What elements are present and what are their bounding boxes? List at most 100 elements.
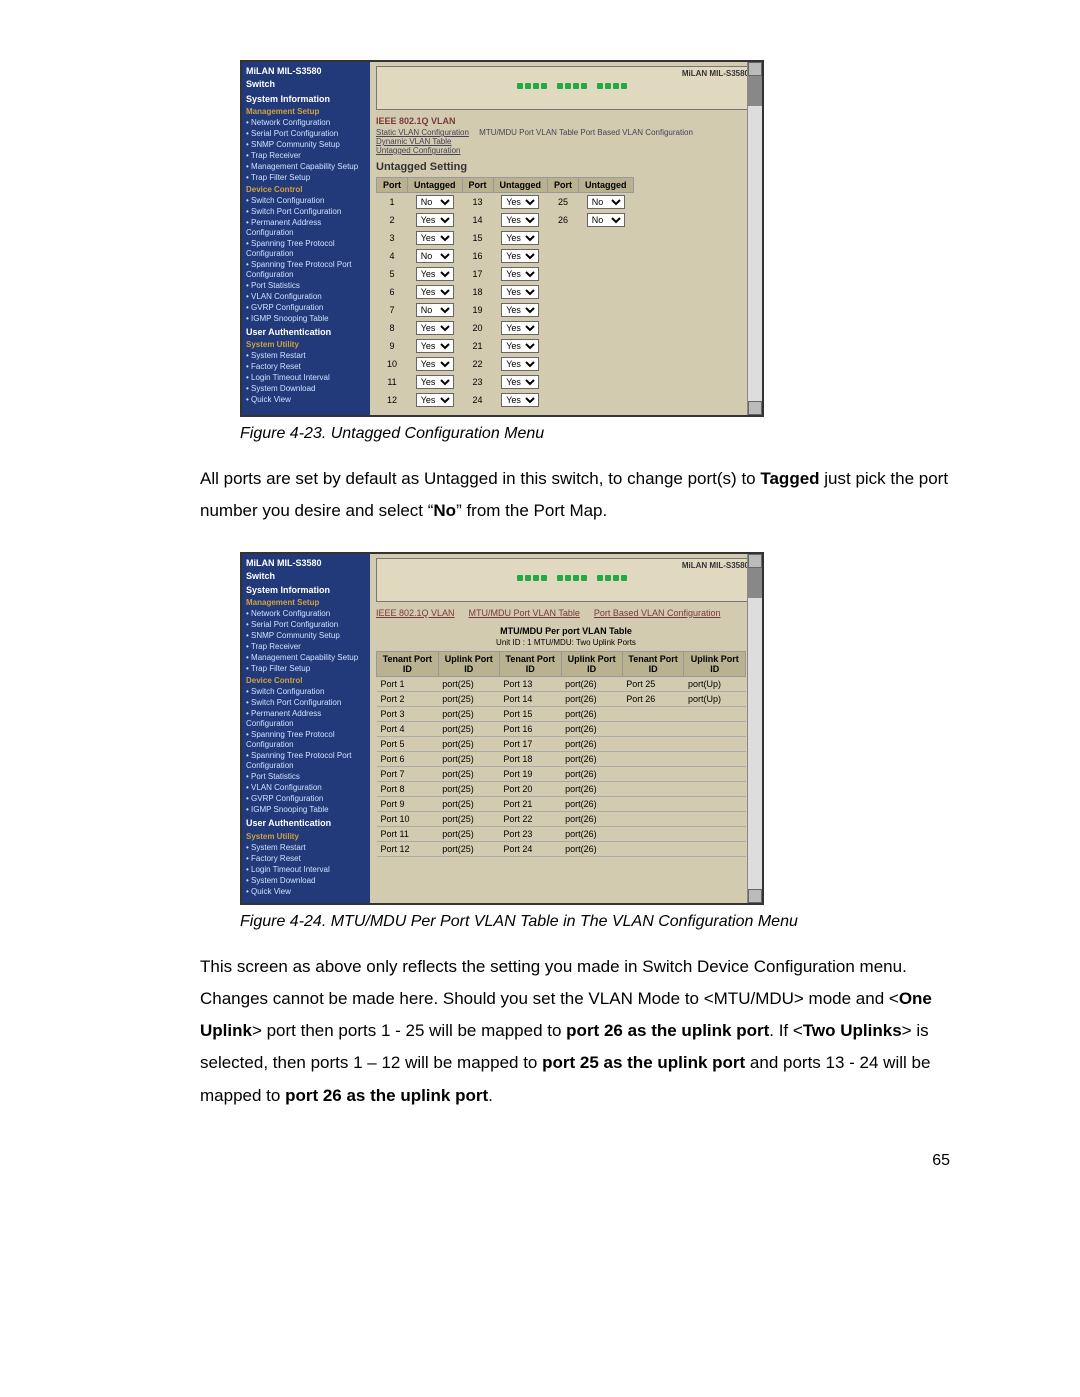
untagged-select[interactable]: Yes — [416, 321, 454, 335]
scroll-up-icon[interactable] — [748, 554, 762, 568]
sidebar-userauth[interactable]: User Authentication — [246, 327, 366, 338]
link-other[interactable]: MTU/MDU Port VLAN Table Port Based VLAN … — [479, 128, 693, 137]
untagged-select[interactable]: No — [587, 195, 625, 209]
sidebar-item[interactable]: • Quick View — [246, 395, 366, 405]
sidebar-item[interactable]: • Management Capability Setup — [246, 162, 366, 172]
scroll-down-icon[interactable] — [748, 889, 762, 903]
untagged-select[interactable]: No — [416, 195, 454, 209]
untagged-select[interactable]: Yes — [416, 231, 454, 245]
untagged-select[interactable]: Yes — [501, 249, 539, 263]
sidebar-item[interactable]: • Permanent Address Configuration — [246, 218, 366, 238]
sidebar-item[interactable]: • Switch Configuration — [246, 196, 366, 206]
untagged-select[interactable]: Yes — [501, 339, 539, 353]
untagged-select[interactable]: Yes — [501, 195, 539, 209]
sidebar2-sysinfo[interactable]: System Information — [246, 585, 366, 596]
untagged-select[interactable]: Yes — [501, 375, 539, 389]
sidebar-item[interactable]: • GVRP Configuration — [246, 794, 366, 804]
vlan-cell: port(25) — [438, 721, 499, 736]
sidebar-item[interactable]: • Port Statistics — [246, 772, 366, 782]
untagged-select[interactable]: Yes — [501, 393, 539, 407]
tab-ieee[interactable]: IEEE 802.1Q VLAN — [376, 608, 455, 618]
link-untagged[interactable]: Untagged Configuration — [376, 146, 461, 155]
sidebar-item[interactable]: • Spanning Tree Protocol Configuration — [246, 730, 366, 750]
scroll-up-icon[interactable] — [748, 62, 762, 76]
sidebar-item[interactable]: • Switch Configuration — [246, 687, 366, 697]
sidebar-sysinfo[interactable]: System Information — [246, 94, 366, 105]
untagged-select[interactable]: Yes — [501, 303, 539, 317]
paragraph-2: This screen as above only reflects the s… — [200, 951, 960, 1112]
untagged-select[interactable]: No — [587, 213, 625, 227]
sidebar-item[interactable]: • Switch Port Configuration — [246, 207, 366, 217]
sidebar-item[interactable]: • Serial Port Configuration — [246, 620, 366, 630]
sidebar2-mgmt[interactable]: Management Setup — [246, 598, 366, 608]
sidebar-item[interactable]: • Login Timeout Interval — [246, 373, 366, 383]
sidebar2-sysutil[interactable]: System Utility — [246, 832, 366, 842]
scrollbar2[interactable] — [747, 554, 762, 903]
sidebar-item[interactable]: • Login Timeout Interval — [246, 865, 366, 875]
sidebar-item[interactable]: • GVRP Configuration — [246, 303, 366, 313]
sidebar2-userauth[interactable]: User Authentication — [246, 818, 366, 829]
scroll-thumb[interactable] — [748, 568, 762, 598]
sidebar-item[interactable]: • VLAN Configuration — [246, 783, 366, 793]
sidebar-item[interactable]: • System Restart — [246, 351, 366, 361]
sidebar-item[interactable]: • System Download — [246, 384, 366, 394]
untagged-select[interactable]: No — [416, 249, 454, 263]
sidebar-item[interactable]: • Management Capability Setup — [246, 653, 366, 663]
sidebar-item[interactable]: • SNMP Community Setup — [246, 140, 366, 150]
untagged-select[interactable]: Yes — [501, 213, 539, 227]
tab-mtu[interactable]: MTU/MDU Port VLAN Table — [469, 608, 580, 618]
scroll-thumb[interactable] — [748, 76, 762, 106]
sidebar-sysutil[interactable]: System Utility — [246, 340, 366, 350]
sidebar-item[interactable]: • Spanning Tree Protocol Configuration — [246, 239, 366, 259]
sidebar: MiLAN MIL-S3580 Switch System Informatio… — [242, 62, 370, 415]
vlan-cell: Port 14 — [499, 691, 561, 706]
link-dynamic-vlan[interactable]: Dynamic VLAN Table — [376, 137, 451, 146]
sidebar-item[interactable]: • Factory Reset — [246, 854, 366, 864]
untagged-select[interactable]: Yes — [501, 231, 539, 245]
sidebar-item[interactable]: • SNMP Community Setup — [246, 631, 366, 641]
brand2: MiLAN MIL-S3580 — [246, 558, 366, 569]
sidebar-item[interactable]: • Network Configuration — [246, 118, 366, 128]
sidebar-item[interactable]: • System Restart — [246, 843, 366, 853]
sidebar-item[interactable]: • Trap Filter Setup — [246, 173, 366, 183]
untagged-select[interactable]: Yes — [416, 375, 454, 389]
untagged-select[interactable]: Yes — [416, 285, 454, 299]
sidebar-item[interactable]: • Spanning Tree Protocol Port Configurat… — [246, 260, 366, 280]
sidebar-item[interactable]: • Trap Receiver — [246, 642, 366, 652]
untagged-select[interactable]: Yes — [501, 357, 539, 371]
sidebar-item[interactable]: • IGMP Snooping Table — [246, 314, 366, 324]
untagged-select[interactable]: Yes — [416, 267, 454, 281]
sidebar2-devctrl[interactable]: Device Control — [246, 676, 366, 686]
untagged-select[interactable]: Yes — [416, 213, 454, 227]
untagged-select[interactable]: Yes — [501, 285, 539, 299]
untagged-cell: Yes — [408, 265, 463, 283]
vlan-cell: port(26) — [561, 736, 622, 751]
sidebar-item[interactable]: • Factory Reset — [246, 362, 366, 372]
vlan-cell: Port 7 — [377, 766, 439, 781]
tab-portbased[interactable]: Port Based VLAN Configuration — [594, 608, 721, 618]
sidebar-item[interactable]: • Quick View — [246, 887, 366, 897]
link-static-vlan[interactable]: Static VLAN Configuration — [376, 128, 469, 137]
sidebar-item[interactable]: • System Download — [246, 876, 366, 886]
sidebar-item[interactable]: • Serial Port Configuration — [246, 129, 366, 139]
sidebar-mgmt[interactable]: Management Setup — [246, 107, 366, 117]
sidebar-item[interactable]: • VLAN Configuration — [246, 292, 366, 302]
untagged-select[interactable]: Yes — [501, 267, 539, 281]
untagged-select[interactable]: Yes — [416, 357, 454, 371]
sidebar-item[interactable]: • Trap Filter Setup — [246, 664, 366, 674]
sidebar-item[interactable]: • Permanent Address Configuration — [246, 709, 366, 729]
untagged-select[interactable]: No — [416, 303, 454, 317]
scrollbar[interactable] — [747, 62, 762, 415]
untagged-select[interactable]: Yes — [416, 339, 454, 353]
sidebar-item[interactable]: • Trap Receiver — [246, 151, 366, 161]
sidebar-item[interactable]: • Port Statistics — [246, 281, 366, 291]
sidebar-devctrl[interactable]: Device Control — [246, 185, 366, 195]
sidebar-item[interactable]: • Spanning Tree Protocol Port Configurat… — [246, 751, 366, 771]
sidebar-item[interactable]: • IGMP Snooping Table — [246, 805, 366, 815]
col-header: Tenant Port ID — [499, 651, 561, 676]
untagged-select[interactable]: Yes — [501, 321, 539, 335]
scroll-down-icon[interactable] — [748, 401, 762, 415]
untagged-select[interactable]: Yes — [416, 393, 454, 407]
sidebar-item[interactable]: • Switch Port Configuration — [246, 698, 366, 708]
sidebar-item[interactable]: • Network Configuration — [246, 609, 366, 619]
